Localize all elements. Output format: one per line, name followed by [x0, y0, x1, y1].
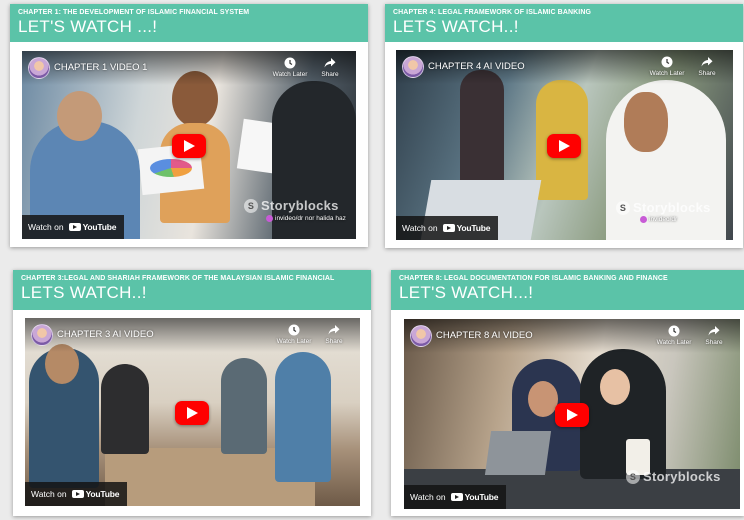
video-credit: invideo/dr nor halida haz [266, 215, 346, 222]
play-icon [187, 407, 198, 419]
channel-avatar[interactable] [28, 57, 50, 79]
storyblocks-icon: S [244, 198, 258, 213]
share-icon [701, 57, 713, 67]
youtube-play-icon [68, 223, 81, 231]
watch-later-button[interactable]: Watch Later [652, 325, 696, 346]
clock-icon [661, 56, 673, 68]
storyblocks-watermark: S Storyblocks [244, 198, 339, 213]
lets-watch-heading: LETS WATCH..! [393, 17, 519, 36]
channel-avatar[interactable] [31, 324, 53, 346]
video-title[interactable]: CHAPTER 4 AI VIDEO [428, 61, 525, 72]
play-icon [184, 140, 195, 152]
lets-watch-heading: LET'S WATCH ...! [18, 17, 158, 36]
video-card-chapter-3: CHAPTER 3:LEGAL AND SHARIAH FRAMEWORK OF… [13, 270, 371, 516]
share-icon [328, 325, 340, 335]
channel-avatar[interactable] [402, 56, 424, 78]
video-card-chapter-8: CHAPTER 8: LEGAL DOCUMENTATION FOR ISLAM… [391, 270, 744, 516]
video-title[interactable]: CHAPTER 3 AI VIDEO [57, 329, 154, 340]
video-title[interactable]: CHAPTER 1 VIDEO 1 [54, 62, 147, 73]
storyblocks-watermark: S Storyblocks [626, 469, 721, 484]
watch-on-youtube-link[interactable]: Watch on YouTube [396, 216, 499, 240]
invideo-icon [266, 215, 273, 222]
video-card-chapter-4: CHAPTER 4: LEGAL FRAMEWORK OF ISLAMIC BA… [385, 4, 743, 248]
card-header: CHAPTER 3:LEGAL AND SHARIAH FRAMEWORK OF… [13, 270, 371, 310]
card-header: CHAPTER 1: THE DEVELOPMENT OF ISLAMIC FI… [10, 4, 368, 42]
card-header: CHAPTER 8: LEGAL DOCUMENTATION FOR ISLAM… [391, 270, 744, 310]
play-icon [567, 409, 578, 421]
lets-watch-heading: LET'S WATCH...! [399, 283, 534, 302]
clock-icon [284, 57, 296, 69]
chapter-label: CHAPTER 3:LEGAL AND SHARIAH FRAMEWORK OF… [21, 275, 335, 282]
youtube-play-icon [71, 490, 84, 498]
share-button[interactable]: Share [308, 57, 352, 78]
play-button[interactable] [175, 401, 209, 425]
watch-later-button[interactable]: Watch Later [272, 324, 316, 345]
share-icon [708, 326, 720, 336]
watch-on-youtube-link[interactable]: Watch on YouTube [404, 485, 507, 509]
share-button[interactable]: Share [312, 324, 356, 345]
youtube-logo: YouTube [71, 489, 119, 499]
chapter-label: CHAPTER 8: LEGAL DOCUMENTATION FOR ISLAM… [399, 275, 668, 282]
watch-later-button[interactable]: Watch Later [268, 57, 312, 78]
share-button[interactable]: Share [692, 325, 736, 346]
video-title[interactable]: CHAPTER 8 AI VIDEO [436, 330, 533, 341]
youtube-logo: YouTube [450, 492, 498, 502]
storyblocks-icon: S [626, 469, 640, 484]
play-button[interactable] [547, 134, 581, 158]
clock-icon [668, 325, 680, 337]
youtube-video-player[interactable]: CHAPTER 1 VIDEO 1 Watch Later Share S Sto… [22, 51, 356, 239]
video-card-chapter-1: CHAPTER 1: THE DEVELOPMENT OF ISLAMIC FI… [10, 4, 368, 247]
watch-on-youtube-link[interactable]: Watch on YouTube [22, 215, 125, 239]
card-header: CHAPTER 4: LEGAL FRAMEWORK OF ISLAMIC BA… [385, 4, 743, 42]
youtube-logo: YouTube [442, 223, 490, 233]
channel-avatar[interactable] [410, 325, 432, 347]
storyblocks-watermark: S Storyblocks [616, 200, 711, 215]
clock-icon [288, 324, 300, 336]
share-icon [324, 58, 336, 68]
play-button[interactable] [555, 403, 589, 427]
invideo-icon [640, 216, 647, 223]
chapter-label: CHAPTER 4: LEGAL FRAMEWORK OF ISLAMIC BA… [393, 9, 592, 16]
watch-later-button[interactable]: Watch Later [645, 56, 689, 77]
youtube-play-icon [442, 224, 455, 232]
youtube-logo: YouTube [68, 222, 116, 232]
youtube-play-icon [450, 493, 463, 501]
lets-watch-heading: LETS WATCH..! [21, 283, 147, 302]
watch-on-youtube-link[interactable]: Watch on YouTube [25, 482, 128, 506]
play-button[interactable] [172, 134, 206, 158]
play-icon [559, 140, 570, 152]
youtube-video-player[interactable]: CHAPTER 8 AI VIDEO Watch Later Share S St… [404, 319, 740, 509]
youtube-video-player[interactable]: CHAPTER 3 AI VIDEO Watch Later Share Wat… [25, 318, 360, 506]
share-button[interactable]: Share [685, 56, 729, 77]
video-credit: invideo/dr [640, 216, 677, 223]
youtube-video-player[interactable]: CHAPTER 4 AI VIDEO Watch Later Share S St… [396, 50, 733, 240]
storyblocks-icon: S [616, 200, 630, 215]
chapter-label: CHAPTER 1: THE DEVELOPMENT OF ISLAMIC FI… [18, 9, 250, 16]
